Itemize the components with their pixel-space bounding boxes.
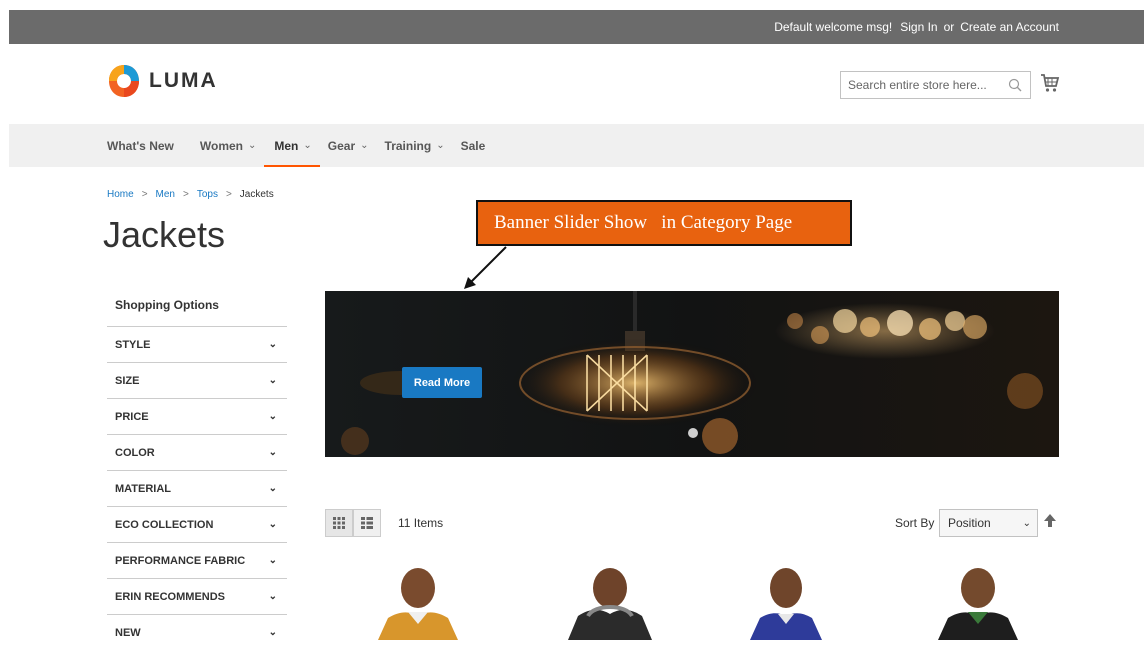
breadcrumb-home[interactable]: Home: [107, 189, 134, 200]
nav-label: What's New: [107, 138, 174, 153]
nav-item-gear[interactable]: Gear ⌄: [328, 124, 369, 167]
breadcrumb-current: Jackets: [239, 189, 274, 200]
filter-new[interactable]: NEW ⌄: [107, 614, 287, 650]
chevron-down-icon: ⌄: [436, 140, 445, 151]
sidebar-title: Shopping Options: [115, 298, 219, 312]
shopping-options-sidebar: Shopping Options STYLE ⌄ SIZE ⌄ PRICE ⌄ COL…: [107, 292, 287, 650]
callout-arrow-icon: [464, 246, 507, 289]
nav-item-men[interactable]: Men ⌄: [264, 124, 321, 167]
product-image-jacket[interactable]: [550, 568, 670, 640]
items-count: 11 Items: [398, 516, 444, 530]
nav-item-whats-new[interactable]: What's New: [107, 124, 174, 167]
sort-direction-arrow-icon[interactable]: [1044, 514, 1056, 528]
filter-label: MATERIAL: [115, 482, 172, 495]
filter-label: NEW: [115, 626, 141, 639]
search-icon[interactable]: [1008, 78, 1022, 92]
chevron-down-icon: ⌄: [268, 375, 277, 386]
list-view-icon[interactable]: [353, 509, 381, 537]
filter-label: PERFORMANCE FABRIC: [115, 554, 246, 567]
list-icon: [361, 517, 373, 529]
filter-eco-collection[interactable]: ECO COLLECTION ⌄: [107, 506, 287, 542]
nav-label: Gear: [327, 138, 356, 153]
chevron-down-icon: ⌄: [268, 339, 277, 350]
header-links: Default welcome msg! Sign In or Create a…: [766, 10, 1059, 44]
luma-logo-icon: [109, 65, 139, 97]
filter-size[interactable]: SIZE ⌄: [107, 362, 287, 398]
page-title: Jackets: [103, 214, 226, 255]
filter-material[interactable]: MATERIAL ⌄: [107, 470, 287, 506]
welcome-message: Default welcome msg!: [774, 20, 893, 34]
banner-slider[interactable]: Read More: [325, 291, 1059, 457]
search-box[interactable]: [840, 71, 1031, 99]
filter-color[interactable]: COLOR ⌄: [107, 434, 287, 470]
chevron-down-icon: ⌄: [248, 140, 257, 151]
nav-label: Sale: [460, 138, 486, 153]
sort-by-label: Sort By: [895, 516, 935, 530]
chevron-down-icon: ⌄: [268, 591, 277, 602]
filter-label: STYLE: [115, 338, 151, 351]
read-more-button[interactable]: Read More: [402, 367, 482, 398]
chevron-down-icon: ⌄: [303, 140, 312, 151]
logo[interactable]: LUMA: [107, 63, 218, 99]
top-bar: Default welcome msg! Sign In or Create a…: [9, 10, 1144, 44]
product-image-jacket[interactable]: [358, 568, 478, 640]
create-account-link[interactable]: Create an Account: [960, 20, 1059, 34]
chevron-down-icon: ⌄: [268, 555, 277, 566]
breadcrumb-separator-icon: >: [182, 189, 189, 200]
product-image-jacket[interactable]: [918, 568, 1038, 640]
filter-erin-recommends[interactable]: ERIN RECOMMENDS ⌄: [107, 578, 287, 614]
cart-icon[interactable]: [1040, 73, 1060, 93]
banner-callout: Banner Slider Show in Category Page: [476, 200, 852, 246]
filter-label: PRICE: [115, 410, 149, 423]
chevron-down-icon: ⌄: [268, 447, 277, 458]
products-toolbar: 11 Items Sort By Position ⌄: [325, 509, 1059, 537]
main-nav: What's New Women ⌄ Men ⌄ Gear ⌄ Training…: [107, 124, 501, 167]
filter-label: ERIN RECOMMENDS: [115, 590, 226, 603]
chevron-down-icon: ⌄: [268, 483, 277, 494]
grid-icon: [333, 517, 345, 529]
filter-label: COLOR: [115, 446, 155, 459]
breadcrumb-men[interactable]: Men: [156, 189, 175, 200]
nav-label: Women: [199, 138, 243, 153]
sort-select[interactable]: Position ⌄: [939, 509, 1038, 537]
chevron-down-icon: ⌄: [268, 627, 277, 638]
filter-price[interactable]: PRICE ⌄: [107, 398, 287, 434]
filter-label: ECO COLLECTION: [115, 518, 214, 531]
logo-text: LUMA: [149, 69, 218, 92]
nav-label: Men: [274, 138, 299, 153]
nav-item-sale[interactable]: Sale: [461, 124, 486, 167]
or-text: or: [943, 20, 955, 34]
nav-label: Training: [384, 138, 432, 153]
chevron-down-icon: ⌄: [268, 519, 277, 530]
filter-label: SIZE: [115, 374, 140, 387]
filter-style[interactable]: STYLE ⌄: [107, 326, 287, 362]
sort-value: Position: [948, 516, 991, 530]
breadcrumb-tops[interactable]: Tops: [197, 189, 218, 200]
grid-view-icon[interactable]: [325, 509, 353, 537]
product-image-jacket[interactable]: [726, 568, 846, 640]
sign-in-link[interactable]: Sign In: [900, 20, 937, 34]
breadcrumb-separator-icon: >: [141, 189, 148, 200]
breadcrumb: Home > Men > Tops > Jackets: [107, 189, 274, 200]
search-input[interactable]: [841, 72, 1008, 98]
breadcrumb-separator-icon: >: [225, 189, 232, 200]
chevron-down-icon: ⌄: [1022, 517, 1031, 529]
nav-item-women[interactable]: Women ⌄: [200, 124, 257, 167]
chevron-down-icon: ⌄: [360, 140, 369, 151]
filter-performance-fabric[interactable]: PERFORMANCE FABRIC ⌄: [107, 542, 287, 578]
nav-item-training[interactable]: Training ⌄: [385, 124, 445, 167]
chevron-down-icon: ⌄: [268, 411, 277, 422]
